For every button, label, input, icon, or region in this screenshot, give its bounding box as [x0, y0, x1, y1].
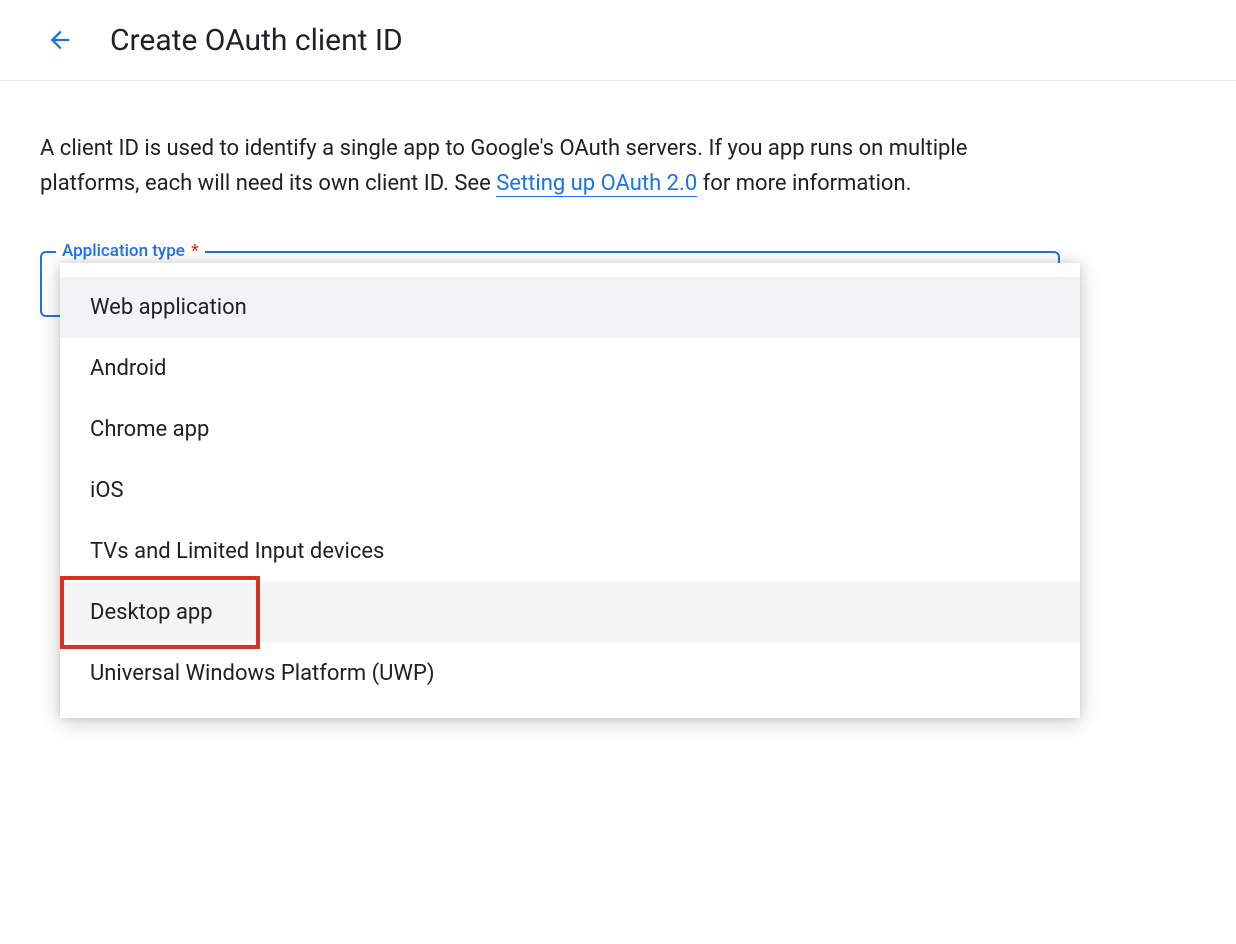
content-area: A client ID is used to identify a single… [0, 81, 1100, 357]
page-title: Create OAuth client ID [110, 23, 403, 58]
dropdown-option-chrome-app[interactable]: Chrome app [60, 399, 1080, 460]
dropdown-option-tvs-and-limited-input-devices[interactable]: TVs and Limited Input devices [60, 521, 1080, 582]
application-type-select-container: Application type * Web applicationAndroi… [40, 251, 1060, 317]
dropdown-option-web-application[interactable]: Web application [60, 277, 1080, 338]
dropdown-option-android[interactable]: Android [60, 338, 1080, 399]
page-header: Create OAuth client ID [0, 0, 1236, 81]
application-type-dropdown: Web applicationAndroidChrome appiOSTVs a… [60, 263, 1080, 718]
back-button[interactable] [40, 20, 80, 60]
description-text: A client ID is used to identify a single… [40, 131, 1060, 201]
description-after: for more information. [697, 171, 911, 196]
required-indicator: * [191, 241, 199, 261]
dropdown-option-desktop-app[interactable]: Desktop app [60, 582, 1080, 643]
arrow-left-icon [46, 26, 74, 54]
select-label-text: Application type [62, 241, 185, 261]
select-label: Application type * [56, 241, 205, 261]
dropdown-option-ios[interactable]: iOS [60, 460, 1080, 521]
setup-oauth-link[interactable]: Setting up OAuth 2.0 [496, 171, 697, 197]
dropdown-option-universal-windows-platform-uwp-[interactable]: Universal Windows Platform (UWP) [60, 643, 1080, 704]
